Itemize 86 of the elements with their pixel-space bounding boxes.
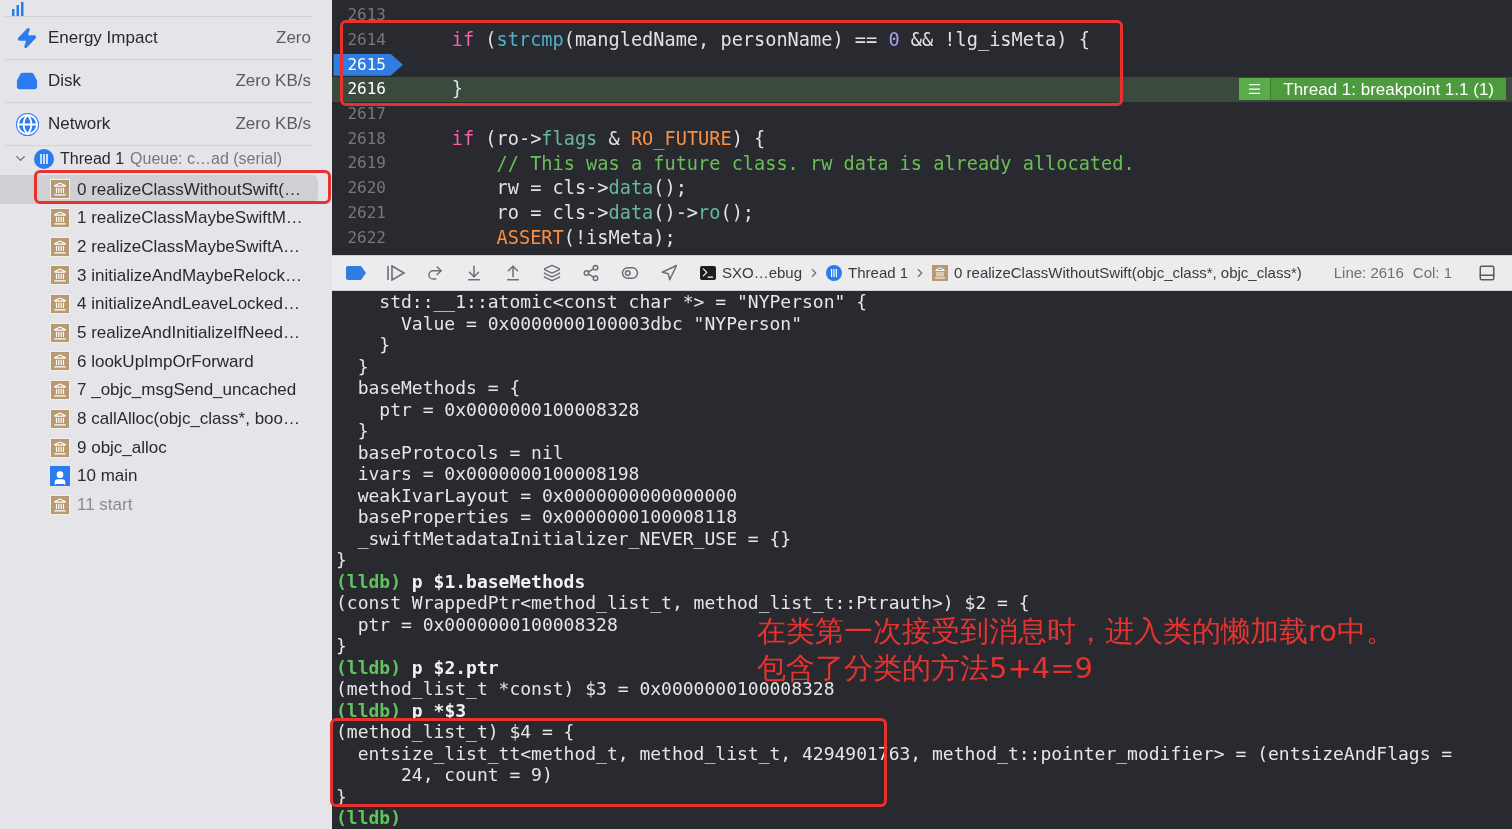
stack-frame[interactable]: 0 realizeClassWithoutSwift(… — [0, 175, 318, 204]
location-icon[interactable] — [660, 264, 678, 282]
user-icon — [50, 466, 70, 487]
gauge-label: Disk — [48, 70, 82, 93]
gauge-label: Energy Impact — [48, 27, 158, 50]
console-line: baseMethods = { — [356, 377, 521, 399]
stack-frame[interactable]: 5 realizeAndInitializeIfNeed… — [0, 318, 318, 348]
code-line: if (ro->flags & RO_FUTURE) { — [450, 126, 766, 152]
library-icon — [50, 294, 70, 315]
continue-icon[interactable] — [386, 265, 406, 281]
console-line: ptr = 0x0000000100008328 — [356, 613, 618, 635]
library-icon — [50, 208, 70, 229]
console-line: } — [356, 420, 369, 442]
console-line: std::__1::atomic<const char *> = "NYPerson" { — [378, 291, 867, 313]
console-line: 24, count = 9) — [400, 764, 553, 786]
library-icon — [50, 179, 70, 200]
code-line: rw = cls->data(); — [495, 176, 687, 201]
library-icon — [50, 322, 70, 343]
console-line: Value = 0x0000000100003dbc "NYPerson" — [400, 312, 802, 334]
library-icon — [50, 494, 70, 515]
stack-frame[interactable]: 3 initializeAndMaybeRelock… — [0, 261, 318, 290]
thread-queue: Queue: c…ad (serial) — [130, 148, 283, 169]
console-line: _swiftMetadataInitializer_NEVER_USE = {} — [356, 527, 792, 549]
console-line: weakIvarLayout = 0x0000000000000000 — [356, 484, 737, 506]
console-line: } — [336, 549, 347, 571]
line-number[interactable]: 2616 — [333, 78, 403, 101]
graph-icon[interactable] — [582, 264, 600, 282]
step-out-icon[interactable] — [504, 264, 522, 282]
thread-title: Thread 1 — [60, 148, 125, 169]
code-line: } — [450, 77, 463, 102]
stack-frame[interactable]: 9 objc_alloc — [0, 433, 318, 462]
stack-frame[interactable]: 1 realizeClassMaybeSwiftM… — [0, 203, 318, 233]
annotation-note: 在类第一次接受到消息时，进入类的懒加载ro中。 — [757, 613, 1396, 650]
terminal-icon — [700, 266, 716, 280]
console-line: ivars = 0x0000000100008198 — [356, 463, 640, 485]
gauge-value: Zero — [276, 27, 311, 50]
stack-frame[interactable]: 8 callAlloc(objc_class*, boo… — [0, 404, 318, 434]
globe-icon — [15, 112, 39, 136]
bolt-icon — [16, 27, 38, 49]
stack-frame[interactable]: 2 realizeClassMaybeSwiftA… — [0, 232, 318, 262]
library-icon — [50, 236, 70, 257]
gauge-label: Network — [48, 113, 111, 136]
line-indicator: Line: 2616 — [1333, 262, 1404, 283]
column-indicator: Col: 1 — [1412, 262, 1452, 283]
console-line: (method_list_t) $4 = { — [336, 721, 575, 743]
code-line: ro = cls->data()->ro(); — [495, 200, 755, 225]
library-icon — [50, 408, 70, 429]
console-line: (lldb) p $2.ptr — [336, 656, 499, 678]
console-line: (lldb) — [336, 807, 402, 829]
library-icon — [50, 351, 70, 372]
gauge-value: Zero KB/s — [235, 70, 311, 93]
step-into-icon[interactable] — [465, 264, 483, 282]
panel-toggle-icon[interactable] — [1478, 264, 1496, 282]
line-number[interactable]: 2615 — [333, 53, 403, 76]
console-line: baseProtocols = nil — [356, 441, 564, 463]
bar-chart-icon — [12, 2, 24, 16]
library-icon — [932, 265, 949, 281]
thread-crumb[interactable]: Thread 1 — [826, 261, 909, 285]
code-line: ASSERT(!isMeta); — [495, 225, 676, 250]
frame-crumb[interactable]: 0 realizeClassWithoutSwift(objc_class*, objc_class*) — [932, 261, 1302, 285]
console-line: } — [378, 334, 391, 356]
console-line: (const WrappedPtr<method_list_t, method_list_t::Ptrauth>) $2 = { — [336, 592, 1030, 614]
breakpoint-badge: Thread 1: breakpoint 1.1 (1) — [1239, 78, 1506, 101]
console-line: (lldb) p $1.baseMethods — [336, 570, 586, 592]
thread-icon — [826, 265, 843, 281]
stack-frame[interactable]: 6 lookUpImpOrForward — [0, 347, 318, 376]
library-icon — [50, 265, 70, 286]
layers-icon[interactable] — [543, 264, 561, 282]
stack-frame[interactable]: 7 _objc_msgSend_uncached — [0, 375, 318, 405]
toggle-icon[interactable] — [621, 264, 639, 282]
console-line: baseProperties = 0x0000000100008118 — [356, 506, 737, 528]
console-line: ptr = 0x0000000100008328 — [378, 398, 640, 420]
console-line: } — [336, 635, 347, 657]
menu-icon[interactable] — [1239, 78, 1272, 101]
thread-icon — [34, 148, 54, 169]
library-icon — [50, 380, 70, 401]
stack-frame[interactable]: 10 main — [0, 461, 318, 491]
console-line: } — [356, 355, 369, 377]
code-line: if (strcmp(mangledName, personName) == 0 && !lg_isMeta) { — [450, 28, 1090, 53]
target-crumb[interactable]: SXO…ebug — [700, 261, 803, 285]
breakpoints-toggle-icon[interactable] — [346, 266, 366, 280]
gauge-value: Zero KB/s — [235, 113, 311, 136]
code-line: // This was a future class. rw data is already allocated. — [495, 151, 1135, 176]
stack-frame[interactable]: 4 initializeAndLeaveLocked… — [0, 289, 318, 319]
library-icon — [50, 437, 70, 458]
step-over-icon[interactable] — [426, 264, 444, 282]
